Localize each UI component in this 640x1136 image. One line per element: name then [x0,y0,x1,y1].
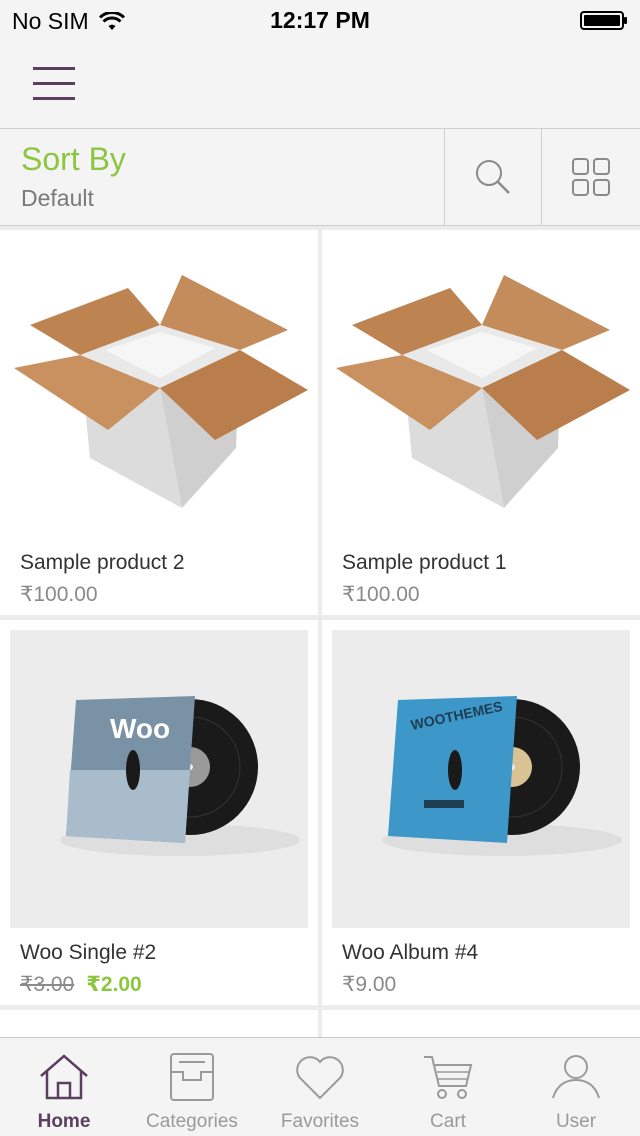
sort-toolbar: Sort By Default [0,128,640,226]
product-price: ₹100.00 [342,583,420,606]
home-icon [40,1054,88,1100]
product-image-open-box [10,240,308,538]
search-icon [476,160,510,194]
hamburger-menu-button[interactable] [24,54,84,114]
product-price: ₹9.00 [342,973,397,996]
navigation-bar [0,40,640,128]
product-name: Woo Single #2 [20,941,157,964]
inbox-tray-icon [170,1053,214,1101]
status-time: 12:17 PM [270,7,370,33]
status-bar: No SIM 12:17 PM [0,0,640,40]
tab-home-label: Home [37,1111,91,1132]
product-name: Woo Album #4 [342,941,479,964]
product-price: ₹100.00 [20,583,98,606]
product-image-vinyl-album: WOOTHEMES [332,630,630,928]
tab-home[interactable]: Home [0,1038,128,1136]
tab-bar: Home Categories Favorites Cart User [0,1037,640,1136]
heart-icon [296,1056,344,1100]
product-card[interactable]: Sample product 1 ₹100.00 [322,230,640,615]
product-sale-price: ₹2.00 [86,973,142,996]
sort-by-selector[interactable]: Sort By Default [0,129,444,225]
svg-text:Woo: Woo [110,713,170,744]
product-card[interactable]: Woo Woo Single #2 ₹3.00 ₹2.00 [0,620,318,1005]
product-regular-price: ₹3.00 [20,973,75,996]
tab-favorites[interactable]: Favorites [256,1038,384,1136]
product-image-vinyl-single: Woo [10,630,308,928]
hamburger-menu-icon [33,67,75,100]
search-button[interactable] [444,129,541,225]
sort-by-value: Default [21,185,94,211]
tab-cart[interactable]: Cart [384,1038,512,1136]
cart-icon [424,1056,473,1099]
product-name: Sample product 2 [20,551,185,574]
product-price-row: ₹9.00 [342,972,396,997]
grid-view-button[interactable] [541,129,640,225]
user-icon [552,1055,600,1099]
product-image-open-box [332,240,630,538]
battery-icon [580,11,627,30]
tab-user[interactable]: User [512,1038,640,1136]
product-card[interactable]: WOOTHEMES Woo Album #4 ₹9.00 [322,620,640,1005]
tab-cart-label: Cart [430,1111,466,1132]
product-card[interactable] [0,1010,318,1037]
grid-view-icon [572,158,610,196]
product-name: Sample product 1 [342,551,507,574]
tab-categories[interactable]: Categories [128,1038,256,1136]
product-price-row: ₹100.00 [342,582,420,607]
sort-by-title: Sort By [21,141,126,177]
product-price-row: ₹100.00 [20,582,98,607]
product-card[interactable] [322,1010,640,1037]
tab-categories-label: Categories [146,1111,238,1132]
product-price-row: ₹3.00 ₹2.00 [20,972,142,997]
tab-favorites-label: Favorites [280,1111,360,1132]
tab-user-label: User [555,1111,597,1132]
product-card[interactable]: Sample product 2 ₹100.00 [0,230,318,615]
